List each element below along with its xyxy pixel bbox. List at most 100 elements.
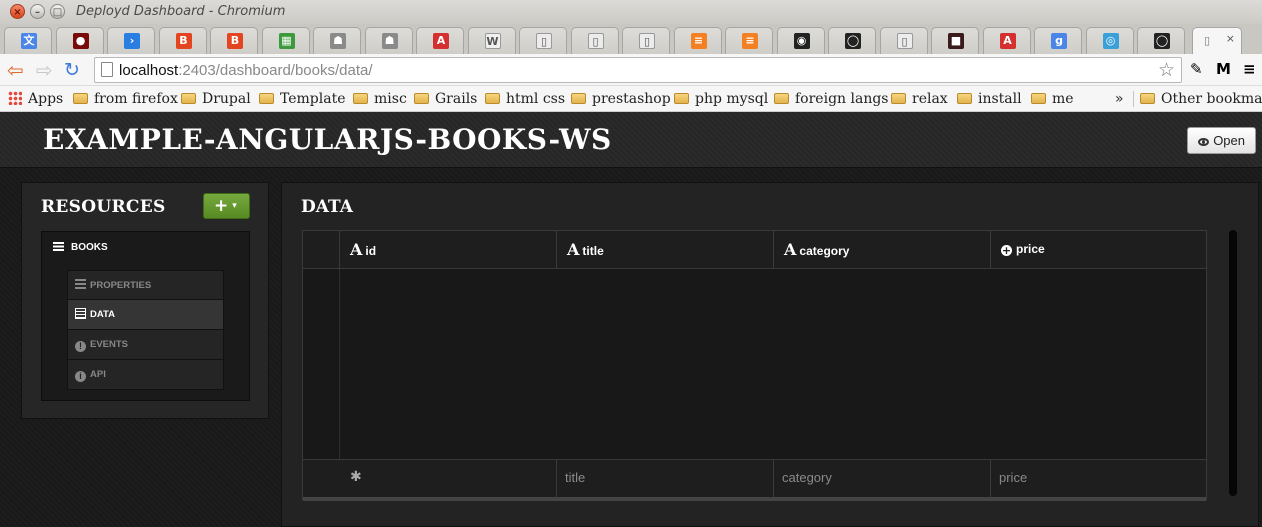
- title-placeholder: title: [565, 470, 586, 485]
- bookmark-folder[interactable]: html css: [485, 89, 565, 109]
- subnav-item-data[interactable]: DATA: [67, 300, 224, 330]
- horizontal-scrollbar[interactable]: [303, 497, 1206, 501]
- data-grid: Aid Atitle Acategory + price ✱ title cate…: [302, 230, 1207, 501]
- number-type-icon: +: [1001, 244, 1012, 257]
- bookmarks-overflow-chevron-icon[interactable]: »: [1115, 89, 1124, 109]
- browser-tab[interactable]: B: [158, 27, 207, 54]
- eyedropper-icon[interactable]: ✎: [1190, 60, 1203, 78]
- column-header-id[interactable]: Aid: [339, 231, 556, 268]
- bookmark-star-icon[interactable]: ☆: [1158, 59, 1175, 81]
- vertical-scrollbar[interactable]: [1229, 230, 1237, 496]
- browser-tab[interactable]: 文: [4, 27, 52, 54]
- column-header-title[interactable]: Atitle: [556, 231, 773, 268]
- bookmark-folder[interactable]: relax: [891, 89, 948, 109]
- browser-tab[interactable]: ▯: [622, 27, 670, 54]
- address-bar[interactable]: localhost:2403/dashboard/books/data/ ☆: [94, 57, 1182, 83]
- window-minimize-icon[interactable]: –: [30, 4, 45, 19]
- bookmark-apps[interactable]: Apps: [8, 89, 63, 109]
- browser-tab[interactable]: ◯: [828, 27, 876, 54]
- bookmark-folder[interactable]: Template: [259, 89, 346, 109]
- browser-tab[interactable]: ▦: [261, 27, 310, 54]
- gmail-icon[interactable]: M: [1216, 60, 1231, 78]
- reload-icon[interactable]: ↻: [64, 60, 80, 80]
- browser-tab[interactable]: ≡: [725, 27, 773, 54]
- subnav-label: DATA: [90, 309, 115, 320]
- tab-close-icon[interactable]: ×: [1226, 32, 1235, 45]
- browser-tab[interactable]: ■: [931, 27, 979, 54]
- eye-icon: [1198, 138, 1210, 146]
- browser-tab[interactable]: ◉: [776, 27, 825, 54]
- browser-tab[interactable]: ●: [55, 27, 104, 54]
- bookmark-folder[interactable]: install: [957, 89, 1022, 109]
- subnav-label: EVENTS: [90, 339, 129, 350]
- browser-tab[interactable]: ›: [107, 27, 155, 54]
- bookmark-folder[interactable]: Grails: [414, 89, 477, 109]
- browser-tab[interactable]: ☗: [313, 27, 361, 54]
- bookmark-label: html css: [506, 91, 566, 107]
- price-placeholder: price: [999, 470, 1028, 485]
- bookmark-label: Drupal: [202, 91, 251, 107]
- bookmark-folder[interactable]: php mysql: [674, 89, 768, 109]
- subnav-label: API: [90, 369, 106, 380]
- forward-arrow-icon[interactable]: ⇨: [36, 60, 53, 80]
- window-title: Deployd Dashboard - Chromium: [76, 4, 286, 19]
- resources-sidebar: RESOURCES + ▾ BOOKS PROPERTIES DATA ! EVEN…: [21, 182, 269, 419]
- column-header-price[interactable]: + price: [990, 231, 1206, 268]
- subnav-item-api[interactable]: i API: [67, 360, 224, 390]
- browser-tab[interactable]: ▯: [879, 27, 928, 54]
- grid-header: Aid Atitle Acategory + price: [303, 231, 1206, 269]
- bookmark-folder[interactable]: prestashop: [571, 89, 671, 109]
- resource-label: BOOKS: [71, 242, 108, 253]
- back-arrow-icon[interactable]: ⇦: [7, 60, 24, 80]
- folder-icon: [1031, 93, 1046, 104]
- angular-icon: A: [433, 33, 449, 49]
- apps-grid-icon: [8, 91, 22, 105]
- tab-strip: 文 ● › B B ▦ ☗ ☗ A W ▯ ▯ ▯ ≡ ≡ ◉ ◯ ▯ ■ Ag ◎ ◯ ▯ ×: [0, 24, 1262, 54]
- browser-tab[interactable]: ▯: [570, 27, 619, 54]
- browser-tab[interactable]: g: [1034, 27, 1082, 54]
- subnav-item-properties[interactable]: PROPERTIES: [67, 270, 224, 300]
- bootstrap-icon: B: [227, 33, 243, 49]
- browser-tab[interactable]: A: [416, 27, 464, 54]
- resource-subnav: PROPERTIES DATA ! EVENTS i API: [67, 270, 224, 390]
- open-app-button[interactable]: Open: [1187, 127, 1256, 154]
- url-text[interactable]: localhost:2403/dashboard/books/data/: [119, 62, 373, 79]
- resource-item-books[interactable]: BOOKS: [53, 242, 108, 253]
- bookmark-folder[interactable]: Drupal: [181, 89, 251, 109]
- bookmark-folder[interactable]: me: [1031, 89, 1074, 109]
- red-orb-icon: ●: [72, 33, 89, 49]
- menu-icon[interactable]: ≡: [1243, 60, 1256, 78]
- browser-tab[interactable]: ≡: [673, 27, 722, 54]
- bookmark-label: php mysql: [695, 91, 769, 107]
- add-resource-button[interactable]: + ▾: [203, 193, 250, 219]
- browser-tab[interactable]: A: [982, 27, 1031, 54]
- browser-tab[interactable]: ▯: [519, 27, 567, 54]
- column-label: price: [1016, 242, 1045, 256]
- tab-active[interactable]: ▯ ×: [1192, 27, 1242, 54]
- column-header-category[interactable]: Acategory: [773, 231, 990, 268]
- translate-icon: 文: [21, 33, 37, 49]
- table-icon: [75, 308, 86, 319]
- title-field[interactable]: title: [556, 460, 773, 498]
- subnav-item-events[interactable]: ! EVENTS: [67, 330, 224, 360]
- browser-tab[interactable]: B: [210, 27, 258, 54]
- folder-icon: [259, 93, 274, 104]
- browser-tab[interactable]: W: [467, 27, 516, 54]
- bookmark-other[interactable]: Other bookmarks: [1140, 89, 1262, 109]
- list-icon: [75, 279, 86, 290]
- bookmark-label: install: [978, 91, 1022, 107]
- app-title: EXAMPLE-ANGULARJS-BOOKS-WS: [43, 123, 612, 156]
- bookmark-folder[interactable]: misc: [353, 89, 407, 109]
- bookmark-folder[interactable]: from firefox: [73, 89, 178, 109]
- window-maximize-icon[interactable]: □: [50, 4, 65, 19]
- browser-tab[interactable]: ◯: [1137, 27, 1185, 54]
- price-field[interactable]: price: [990, 460, 1206, 498]
- category-field[interactable]: category: [773, 460, 990, 498]
- browser-tab[interactable]: ☗: [364, 27, 413, 54]
- window-close-icon[interactable]: ×: [10, 4, 25, 19]
- bookmark-label: Template: [280, 91, 346, 107]
- bookmark-folder[interactable]: foreign langs: [774, 89, 888, 109]
- browser-tab[interactable]: ◎: [1085, 27, 1134, 54]
- page-icon: ▯: [639, 33, 655, 49]
- swirl-icon: ◎: [1102, 33, 1119, 49]
